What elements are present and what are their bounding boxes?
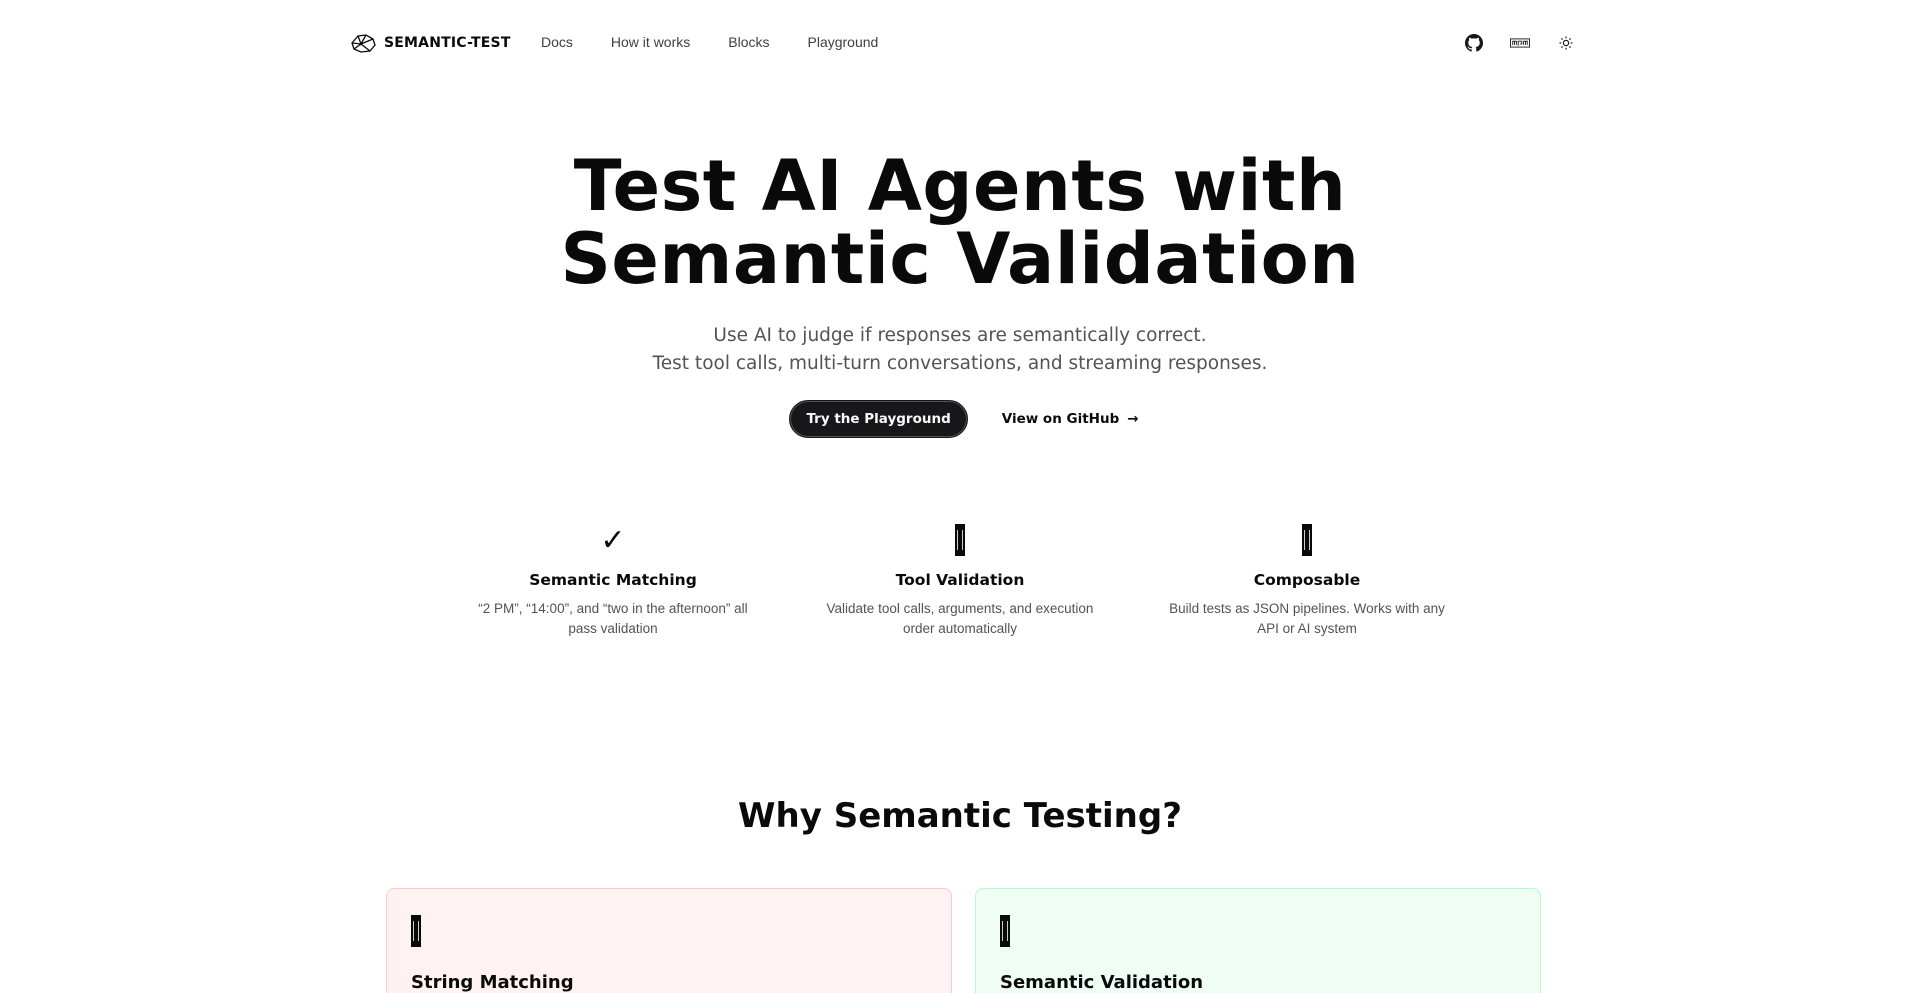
feature-composable: Composable Build tests as JSON pipelines… [1152,522,1462,639]
view-on-github-link[interactable]: View on GitHub → [1002,400,1139,438]
arrow-right-icon: → [1127,411,1139,427]
github-icon[interactable] [1464,33,1484,53]
feature-description: “2 PM”, “14:00”, and “two in the afterno… [478,601,748,636]
feature-title: Semantic Matching [529,571,697,589]
flag-icon [1302,524,1312,556]
feature-title: Composable [1253,571,1361,589]
hero-subtitle-line-2: Test tool calls, multi-turn conversation… [652,353,1268,374]
nav-link-playground[interactable]: Playground [808,34,879,50]
semantic-validation-card: Semantic Validation [975,888,1541,993]
try-playground-button[interactable]: Try the Playground [789,400,968,438]
flag-icon [1000,915,1010,947]
view-on-github-label: View on GitHub [1001,411,1120,427]
feature-list: ✓ Semantic Matching “2 PM”, “14:00”, and… [458,522,1462,639]
brand-logo[interactable]: SEMANTIC-TEST [348,30,511,56]
npm-icon[interactable] [1510,33,1530,53]
feature-tool-validation: Tool Validation Validate tool calls, arg… [805,522,1115,639]
hero-title-line-2: Semantic Validation [560,218,1360,300]
feature-description: Validate tool calls, arguments, and exec… [826,601,1094,636]
feature-semantic-matching: ✓ Semantic Matching “2 PM”, “14:00”, and… [458,522,768,639]
why-section-title: Why Semantic Testing? [738,796,1182,836]
string-matching-card: String Matching [386,888,952,993]
checkmark-icon: ✓ [600,523,626,557]
nav-link-how-it-works[interactable]: How it works [611,34,690,50]
flag-icon [955,524,965,556]
flag-icon [411,915,421,947]
theme-toggle-icon[interactable] [1556,33,1576,53]
hero-title-line-1: Test AI Agents with [573,145,1347,227]
hero-subtitle-line-1: Use AI to judge if responses are semanti… [713,325,1207,346]
nav-link-blocks[interactable]: Blocks [728,34,769,50]
brain-logo-icon [351,34,376,53]
top-navbar: SEMANTIC-TEST Docs How it works Blocks P… [0,0,1920,88]
brand-name: SEMANTIC-TEST [384,35,511,51]
nav-link-docs[interactable]: Docs [541,34,573,50]
hero-subtitle: Use AI to judge if responses are semanti… [0,322,1920,378]
hero-title: Test AI Agents with Semantic Validation [0,150,1920,296]
feature-description: Build tests as JSON pipelines. Works wit… [1169,601,1445,636]
feature-title: Tool Validation [895,571,1025,589]
card-title: String Matching [411,972,574,993]
card-title: Semantic Validation [1000,972,1204,993]
nav-icon-group [1464,33,1576,53]
main-nav: Docs How it works Blocks Playground [541,34,878,50]
hero-cta-row: Try the Playground View on GitHub → [0,400,1920,438]
